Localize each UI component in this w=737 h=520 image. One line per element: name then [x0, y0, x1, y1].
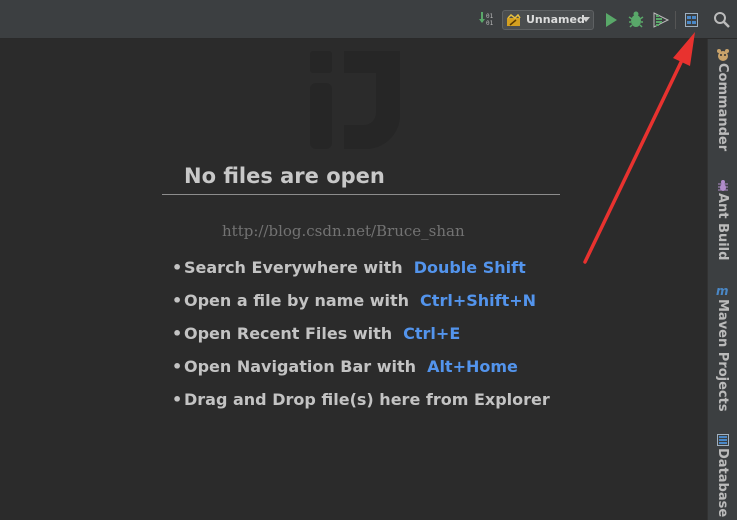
tip-search-everywhere: • Search Everywhere with Double Shift [172, 258, 526, 277]
tool-tab-label: Commander [715, 63, 730, 152]
tool-tab-database[interactable]: Database [708, 432, 737, 520]
search-icon[interactable] [713, 10, 731, 30]
tip-shortcut: Alt+Home [427, 357, 518, 376]
tool-tab-ant-build[interactable]: Ant Build [708, 177, 737, 267]
tool-tab-label: Ant Build [715, 193, 730, 261]
tip-shortcut: Ctrl+Shift+N [420, 291, 537, 310]
svg-text:01: 01 [486, 20, 494, 27]
tip-open-recent-files: • Open Recent Files with Ctrl+E [172, 324, 461, 343]
tool-tab-maven-projects[interactable]: m Maven Projects [708, 283, 737, 418]
tool-tab-commander[interactable]: Commander [708, 47, 737, 167]
tip-shortcut: Double Shift [413, 258, 526, 277]
tip-open-file-by-name: • Open a file by name with Ctrl+Shift+N [172, 291, 537, 310]
run-configuration-dropdown[interactable]: Unnamed [502, 10, 594, 30]
tip-text: Open Navigation Bar with [184, 357, 417, 376]
toolbar-separator [675, 11, 676, 29]
svg-text:m: m [716, 284, 729, 298]
tip-open-navigation-bar: • Open Navigation Bar with Alt+Home [172, 357, 518, 376]
main-toolbar: 01 01 Unnamed [0, 0, 737, 39]
tool-tab-label: Maven Projects [715, 299, 730, 412]
run-config-label: Unnamed [526, 13, 585, 26]
run-button[interactable] [603, 10, 619, 30]
tip-text: Search Everywhere with [184, 258, 403, 277]
right-tool-window-bar: Commander Ant Build m Maven Projects Dat… [707, 39, 737, 520]
title-divider [162, 194, 560, 195]
tool-tab-label: Database [715, 448, 730, 518]
tip-text: Open a file by name with [184, 291, 410, 310]
debug-bug-icon[interactable] [627, 10, 645, 30]
project-structure-icon[interactable] [684, 10, 700, 30]
tip-text: Drag and Drop file(s) here from Explorer [184, 390, 550, 409]
empty-editor-title: No files are open [184, 164, 385, 188]
run-config-icon [506, 13, 522, 32]
chevron-down-icon [582, 17, 590, 22]
tip-shortcut: Ctrl+E [403, 324, 461, 343]
version-control-update-icon[interactable]: 01 01 [478, 10, 494, 30]
intellij-logo-watermark [310, 51, 400, 150]
blog-watermark: http://blog.csdn.net/Bruce_shan [222, 222, 465, 240]
tip-drag-and-drop: • Drag and Drop file(s) here from Explore… [172, 390, 550, 409]
run-with-coverage-icon[interactable] [652, 10, 670, 30]
svg-text:01: 01 [486, 13, 494, 20]
tip-text: Open Recent Files with [184, 324, 393, 343]
